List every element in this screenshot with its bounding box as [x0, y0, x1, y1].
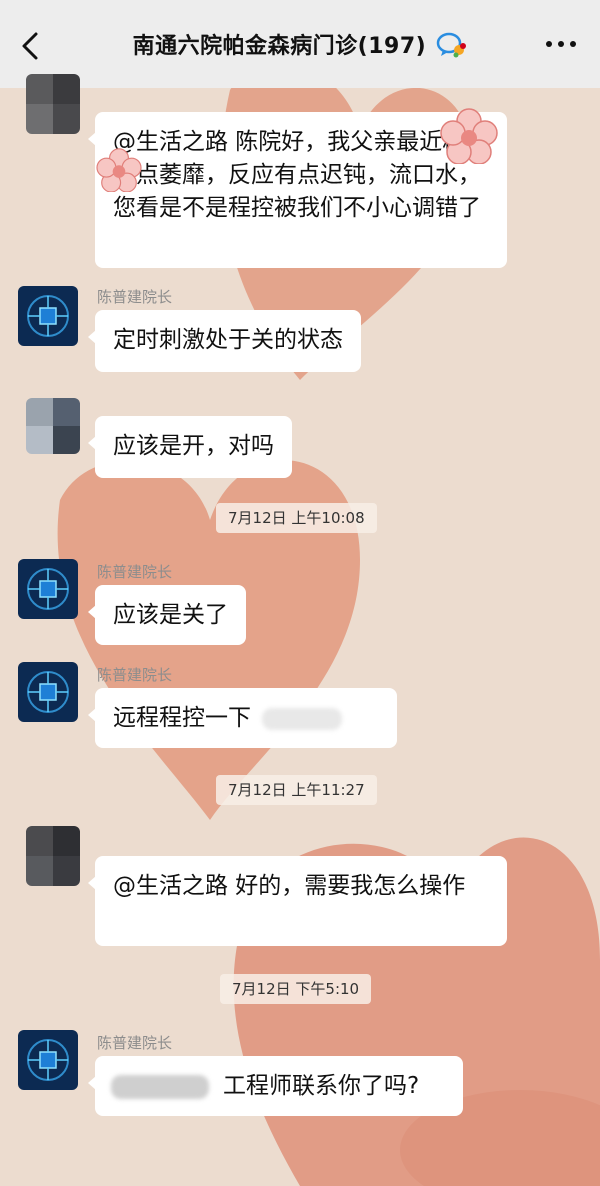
message-text: 应该是关了: [113, 602, 228, 628]
group-title[interactable]: 南通六院帕金森病门诊(197): [133, 28, 427, 60]
message-text: 应该是开，对吗: [113, 433, 274, 459]
avatar[interactable]: [26, 826, 80, 886]
chat-bubble-badge-icon: [437, 32, 467, 58]
timestamp: 7月12日 上午11:27: [216, 775, 377, 805]
avatar[interactable]: [18, 559, 78, 619]
sender-name: 陈普建院长: [97, 666, 173, 684]
avatar[interactable]: [18, 662, 78, 722]
sender-name: 陈普建院长: [97, 288, 173, 306]
message-bubble[interactable]: 工程师联系你了吗?: [88, 1056, 463, 1116]
avatar[interactable]: [26, 398, 80, 454]
message-text: @生活之路 好的，需要我怎么操作: [113, 873, 466, 899]
message-text: 远程程控一下: [113, 705, 251, 731]
message-bubble[interactable]: 应该是关了: [88, 585, 246, 645]
avatar[interactable]: [18, 286, 78, 346]
redacted-text: [262, 707, 343, 730]
avatar[interactable]: [26, 74, 80, 134]
message-bubble[interactable]: 远程程控一下: [88, 688, 397, 748]
message-text: 定时刺激处于关的状态: [113, 327, 343, 353]
avatar[interactable]: [18, 1030, 78, 1090]
message-bubble[interactable]: 应该是开，对吗: [88, 416, 292, 478]
sender-name: 陈普建院长: [97, 1034, 173, 1052]
chat-header: 南通六院帕金森病门诊(197): [0, 0, 600, 88]
redacted-text: [111, 1074, 209, 1099]
more-dots-icon[interactable]: [544, 36, 578, 52]
timestamp: 7月12日 上午10:08: [216, 503, 377, 533]
flower-sticker-icon: [440, 108, 498, 164]
message-text: 工程师联系你了吗?: [223, 1073, 420, 1099]
message-text: @生活之路 陈院好，我父亲最近精神有点萎靡，反应有点迟钝，流口水，您看是不是程控…: [113, 129, 489, 221]
message-bubble[interactable]: @生活之路 好的，需要我怎么操作: [88, 856, 507, 946]
sender-name: 陈普建院长: [97, 563, 173, 581]
message-bubble[interactable]: 定时刺激处于关的状态: [88, 310, 361, 372]
timestamp: 7月12日 下午5:10: [220, 974, 372, 1004]
flower-sticker-icon: [96, 148, 142, 192]
